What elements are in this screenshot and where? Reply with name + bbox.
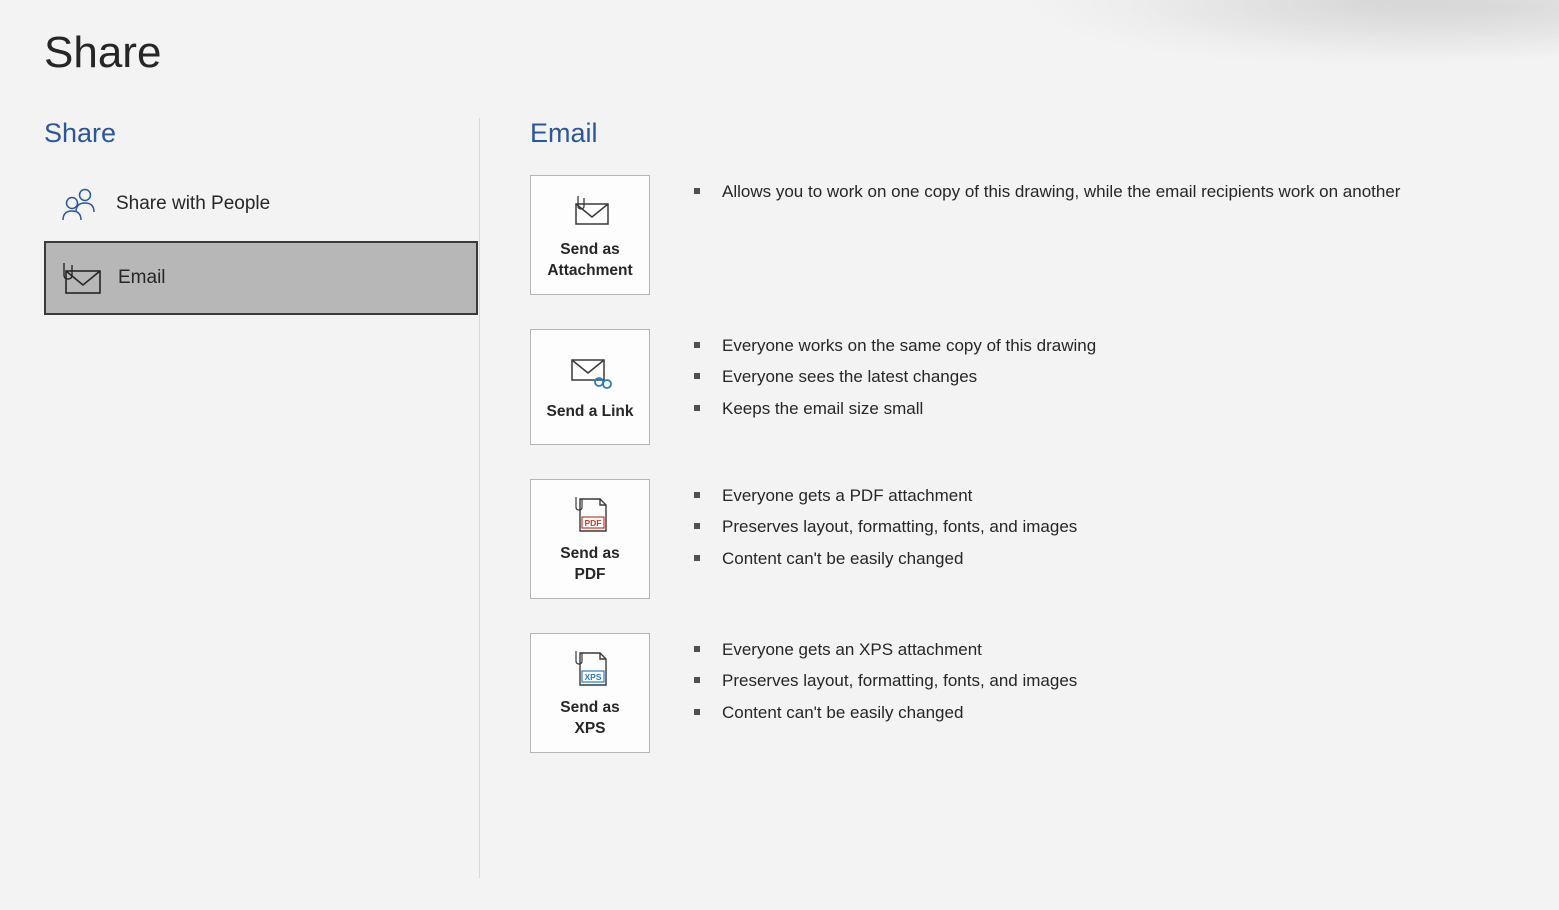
- bullet-item: Everyone sees the latest changes: [694, 364, 1096, 390]
- email-heading: Email: [530, 118, 1519, 149]
- send-as-pdf-row: PDF Send as PDF Everyone gets a PDF atta…: [530, 479, 1519, 599]
- email-right-panel: Email Send as Attachment Allows you to w…: [480, 118, 1559, 878]
- send-a-link-label: Send a Link: [547, 402, 634, 423]
- bullet-item: Everyone gets a PDF attachment: [694, 483, 1077, 509]
- send-a-link-row: Send a Link Everyone works on the same c…: [530, 329, 1519, 445]
- send-as-pdf-label: Send as PDF: [560, 544, 619, 586]
- send-as-attachment-label: Send as Attachment: [547, 240, 632, 282]
- envelope-attachment-icon: [568, 190, 612, 232]
- xps-file-icon: XPS: [568, 648, 612, 690]
- svg-text:XPS: XPS: [584, 672, 601, 682]
- people-icon: [52, 186, 108, 222]
- email-option[interactable]: Email: [44, 241, 478, 315]
- send-as-attachment-bullets: Allows you to work on one copy of this d…: [694, 175, 1400, 211]
- send-as-xps-row: XPS Send as XPS Everyone gets an XPS att…: [530, 633, 1519, 753]
- send-as-attachment-button[interactable]: Send as Attachment: [530, 175, 650, 295]
- share-heading: Share: [44, 118, 479, 149]
- content-area: Share Share with People Email: [0, 118, 1559, 878]
- send-as-attachment-row: Send as Attachment Allows you to work on…: [530, 175, 1519, 295]
- send-as-pdf-bullets: Everyone gets a PDF attachment Preserves…: [694, 479, 1077, 578]
- send-a-link-button[interactable]: Send a Link: [530, 329, 650, 445]
- send-as-pdf-button[interactable]: PDF Send as PDF: [530, 479, 650, 599]
- page-title: Share: [0, 0, 1559, 78]
- bullet-item: Everyone gets an XPS attachment: [694, 637, 1077, 663]
- bullet-item: Allows you to work on one copy of this d…: [694, 179, 1400, 205]
- svg-text:PDF: PDF: [585, 518, 602, 528]
- email-attachment-icon: [54, 261, 110, 295]
- pdf-file-icon: PDF: [568, 494, 612, 536]
- send-as-xps-button[interactable]: XPS Send as XPS: [530, 633, 650, 753]
- bullet-item: Content can't be easily changed: [694, 700, 1077, 726]
- bullet-item: Preserves layout, formatting, fonts, and…: [694, 668, 1077, 694]
- send-a-link-bullets: Everyone works on the same copy of this …: [694, 329, 1096, 428]
- bullet-item: Content can't be easily changed: [694, 546, 1077, 572]
- bullet-item: Everyone works on the same copy of this …: [694, 333, 1096, 359]
- send-as-xps-label: Send as XPS: [560, 698, 619, 740]
- share-with-people-option[interactable]: Share with People: [44, 167, 479, 241]
- share-with-people-label: Share with People: [116, 193, 270, 215]
- bullet-item: Keeps the email size small: [694, 396, 1096, 422]
- email-option-label: Email: [118, 267, 166, 289]
- envelope-link-icon: [566, 352, 614, 394]
- send-as-xps-bullets: Everyone gets an XPS attachment Preserve…: [694, 633, 1077, 732]
- bullet-item: Preserves layout, formatting, fonts, and…: [694, 514, 1077, 540]
- share-left-panel: Share Share with People Email: [0, 118, 480, 878]
